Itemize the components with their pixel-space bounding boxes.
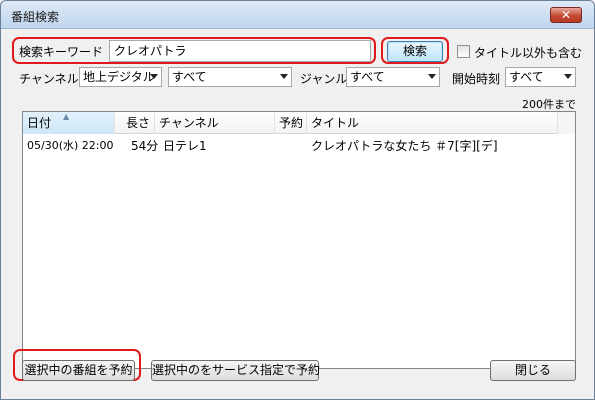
chevron-down-icon [564, 74, 572, 79]
column-title[interactable]: タイトル [307, 112, 557, 134]
results-list[interactable]: 日付 ▲ 長さ チャンネル 予約 タイトル 05/30(水) 22:00 54分… [22, 111, 576, 369]
table-row[interactable]: 05/30(水) 22:00 54分 日テレ1 クレオパトラな女たち ＃7[字]… [23, 138, 575, 154]
chevron-down-icon [280, 74, 288, 79]
column-date[interactable]: 日付 ▲ [23, 112, 115, 134]
sort-ascending-icon: ▲ [63, 112, 70, 121]
genre-select[interactable]: すべて [346, 67, 440, 87]
search-dialog: 番組検索 ✕ 検索キーワード クレオパトラ 検索 タイトル以外も含む チャンネル… [0, 0, 595, 400]
reserve-selected-button[interactable]: 選択中の番組を予約 [22, 360, 135, 381]
search-button[interactable]: 検索 [387, 41, 443, 62]
dialog-body: 検索キーワード クレオパトラ 検索 タイトル以外も含む チャンネル 地上デジタル… [1, 29, 594, 399]
keyword-label: 検索キーワード [19, 45, 104, 59]
window-title: 番組検索 [11, 10, 60, 24]
row-date: 05/30(水) 22:00 [27, 139, 114, 152]
genre-value: すべて [350, 70, 385, 84]
start-time-value: すべて [509, 70, 544, 84]
close-icon: ✕ [560, 8, 572, 22]
column-channel[interactable]: チャンネル [155, 112, 275, 134]
start-time-select[interactable]: すべて [505, 67, 576, 87]
channel-select[interactable]: すべて [168, 67, 292, 87]
reserve-by-service-button[interactable]: 選択中のをサービス指定で予約 [151, 360, 320, 381]
list-header: 日付 ▲ 長さ チャンネル 予約 タイトル [23, 112, 575, 134]
column-length[interactable]: 長さ [115, 112, 155, 134]
channel-value: すべて [172, 70, 207, 84]
channel-type-value: 地上デジタル [83, 70, 155, 84]
result-limit-text: 200件まで [522, 98, 576, 111]
start-time-label: 開始時刻 [452, 72, 501, 86]
chevron-down-icon [428, 74, 436, 79]
keyword-input[interactable]: クレオパトラ [109, 40, 371, 62]
column-reserve[interactable]: 予約 [275, 112, 307, 134]
channel-label: チャンネル [19, 72, 79, 86]
chevron-down-icon [150, 74, 158, 79]
close-window-button[interactable]: ✕ [550, 7, 582, 23]
row-channel: 日テレ1 [163, 139, 207, 153]
row-title: クレオパトラな女たち ＃7[字][デ] [311, 139, 498, 153]
title-bar[interactable]: 番組検索 ✕ [1, 1, 594, 29]
channel-type-select[interactable]: 地上デジタル [79, 67, 162, 87]
include-non-title-checkbox[interactable] [457, 45, 470, 58]
header-spacer [557, 112, 575, 134]
genre-label: ジャンル [300, 72, 348, 86]
column-date-label: 日付 [27, 116, 52, 130]
include-non-title-label: タイトル以外も含む [474, 46, 583, 60]
close-button[interactable]: 閉じる [490, 360, 576, 381]
row-length: 54分 [131, 139, 159, 153]
